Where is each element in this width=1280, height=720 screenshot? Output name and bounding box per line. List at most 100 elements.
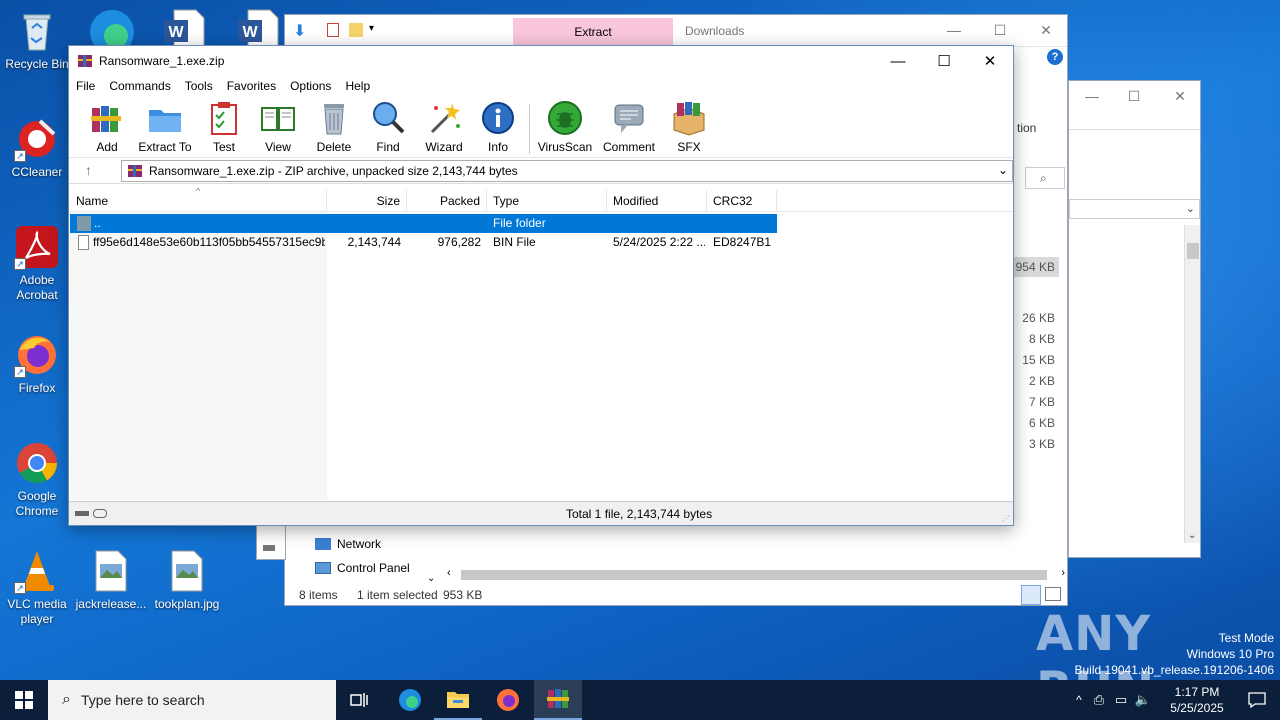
scroll-down-icon[interactable]: ⌄ bbox=[1188, 530, 1196, 541]
adobe-acrobat-icon: ↗ bbox=[14, 224, 60, 270]
menu-commands[interactable]: Commands bbox=[109, 79, 170, 93]
scroll-right-icon[interactable]: › bbox=[1061, 567, 1065, 579]
download-arrow-icon[interactable]: ⬇ bbox=[293, 21, 306, 41]
scrollbar-thumb[interactable] bbox=[461, 570, 1047, 580]
column-header-modified[interactable]: Modified bbox=[607, 190, 707, 212]
control-panel-icon bbox=[315, 562, 331, 574]
nav-item-control-panel[interactable]: Control Panel bbox=[315, 561, 410, 575]
explorer-titlebar[interactable]: ⬇ ▾ Extract Downloads — ☐ ✕ bbox=[285, 15, 1067, 47]
help-icon[interactable]: ? bbox=[1047, 49, 1063, 65]
address-bar[interactable]: ⌄ bbox=[1069, 199, 1200, 219]
column-header-packed[interactable]: Packed bbox=[407, 190, 487, 212]
cell-type: BIN File bbox=[493, 235, 536, 249]
minimize-icon[interactable]: — bbox=[1069, 81, 1115, 111]
comment-label: Comment bbox=[602, 140, 655, 154]
close-icon[interactable]: ✕ bbox=[1157, 81, 1203, 111]
scrollbar-thumb[interactable] bbox=[1187, 243, 1199, 259]
column-header-size[interactable]: Size bbox=[327, 190, 407, 212]
table-row[interactable]: .. File folder bbox=[70, 214, 777, 233]
address-bar[interactable]: Ransomware_1.exe.zip - ZIP archive, unpa… bbox=[121, 160, 1013, 182]
test-button[interactable]: Test bbox=[195, 100, 253, 154]
desktop-icon-word-2[interactable]: W bbox=[234, 8, 280, 47]
properties-icon[interactable] bbox=[327, 23, 339, 37]
extract-to-button[interactable]: Extract To bbox=[136, 100, 194, 154]
svg-text:W: W bbox=[242, 24, 258, 41]
info-button[interactable]: Info bbox=[469, 100, 527, 154]
minimize-icon[interactable]: — bbox=[875, 46, 921, 76]
desktop-icon-tookplan[interactable]: tookplan.jpg bbox=[150, 548, 224, 612]
maximize-icon[interactable]: ☐ bbox=[977, 15, 1023, 45]
minimize-icon[interactable]: — bbox=[931, 15, 977, 45]
sfx-box-icon bbox=[671, 100, 707, 136]
menu-file[interactable]: File bbox=[76, 79, 95, 93]
folder-icon[interactable] bbox=[349, 23, 363, 37]
menu-favorites[interactable]: Favorites bbox=[227, 79, 276, 93]
close-icon[interactable]: ✕ bbox=[967, 46, 1013, 76]
taskbar-edge[interactable] bbox=[386, 680, 434, 720]
taskbar-search-box[interactable]: ⌕ Type here to search bbox=[48, 680, 336, 720]
comment-button[interactable]: Comment bbox=[600, 100, 658, 154]
network-icon[interactable]: ▭ bbox=[1110, 692, 1132, 708]
close-icon[interactable]: ✕ bbox=[1023, 15, 1069, 45]
menu-help[interactable]: Help bbox=[345, 79, 370, 93]
device-icon[interactable]: ⎙ bbox=[1088, 692, 1110, 708]
taskbar-firefox[interactable] bbox=[484, 680, 532, 720]
menu-bar: File Commands Tools Favorites Options He… bbox=[69, 76, 1013, 96]
taskbar-file-explorer[interactable] bbox=[434, 680, 482, 720]
table-row[interactable]: ff95e6d148e53e60b113f05bb54557315ec9b...… bbox=[70, 233, 777, 252]
view-button[interactable]: View bbox=[249, 100, 307, 154]
start-button[interactable] bbox=[0, 680, 48, 720]
winrar-app-icon bbox=[78, 55, 92, 67]
volume-icon[interactable]: 🔈 bbox=[1132, 692, 1154, 708]
column-header-type[interactable]: Type bbox=[487, 190, 607, 212]
wizard-button[interactable]: Wizard bbox=[415, 100, 473, 154]
add-button[interactable]: Add bbox=[78, 100, 136, 154]
winrar-archive-icon bbox=[128, 165, 142, 177]
sfx-button[interactable]: SFX bbox=[660, 100, 718, 154]
large-icons-view-icon[interactable] bbox=[1045, 587, 1061, 601]
show-hidden-icons-chevron-icon[interactable]: ^ bbox=[1070, 693, 1088, 707]
nav-item-network[interactable]: Network bbox=[315, 537, 381, 551]
svg-text:W: W bbox=[168, 24, 184, 41]
taskbar-winrar[interactable] bbox=[534, 680, 582, 720]
scrollbar[interactable]: ⌄ bbox=[1184, 225, 1200, 543]
maximize-icon[interactable]: ☐ bbox=[921, 46, 967, 76]
desktop-icon-firefox[interactable]: ↗ Firefox bbox=[0, 332, 74, 396]
cell-name: ff95e6d148e53e60b113f05bb54557315ec9b... bbox=[93, 235, 325, 249]
task-view-button[interactable] bbox=[336, 680, 384, 720]
quick-access-dropdown-icon[interactable]: ▾ bbox=[369, 23, 374, 34]
ribbon-tab-extract[interactable]: Extract bbox=[513, 18, 673, 47]
menu-options[interactable]: Options bbox=[290, 79, 331, 93]
desktop-icon-adobe-acrobat[interactable]: ↗ Adobe Acrobat bbox=[0, 224, 74, 303]
details-view-icon[interactable] bbox=[1021, 585, 1041, 605]
scroll-left-icon[interactable]: ‹ bbox=[447, 567, 451, 579]
desktop-icon-word-1[interactable]: W bbox=[160, 8, 206, 47]
chevron-down-icon[interactable]: ⌄ bbox=[998, 163, 1008, 177]
desktop-icon-recycle-bin[interactable]: Recycle Bin bbox=[0, 8, 74, 72]
virusscan-button[interactable]: VirusScan bbox=[536, 100, 594, 154]
column-header-crc32[interactable]: CRC32 bbox=[707, 190, 777, 212]
taskbar: ⌕ Type here to search ^ ⎙ ▭ 🔈 1:17 PM 5/… bbox=[0, 680, 1280, 720]
desktop-icon-edge[interactable] bbox=[86, 6, 138, 54]
explorer-window-back[interactable]: — ☐ ✕ ⌄ ⌄ bbox=[1068, 80, 1201, 558]
search-box[interactable]: ⌕ bbox=[1025, 167, 1065, 189]
nav-scrollbar[interactable]: ⌄ bbox=[425, 528, 441, 586]
scroll-down-icon[interactable]: ⌄ bbox=[427, 573, 435, 584]
cell-crc32: ED8247B1 bbox=[713, 235, 772, 249]
winrar-titlebar[interactable]: Ransomware_1.exe.zip — ☐ ✕ bbox=[69, 46, 1013, 76]
up-arrow-icon[interactable]: ↑ bbox=[85, 162, 92, 178]
desktop-icon-jackrelease[interactable]: jackrelease... bbox=[74, 548, 148, 612]
desktop-icon-vlc[interactable]: ↗ VLC media player bbox=[0, 548, 74, 627]
maximize-icon[interactable]: ☐ bbox=[1111, 81, 1157, 111]
desktop-icon-ccleaner[interactable]: ↗ CCleaner bbox=[0, 116, 74, 180]
notification-button[interactable] bbox=[1234, 680, 1280, 720]
menu-tools[interactable]: Tools bbox=[185, 79, 213, 93]
find-button[interactable]: Find bbox=[359, 100, 417, 154]
desktop-icon-google-chrome[interactable]: Google Chrome bbox=[0, 440, 74, 519]
horizontal-scrollbar[interactable]: ‹ › bbox=[445, 567, 1067, 583]
winrar-window[interactable]: Ransomware_1.exe.zip — ☐ ✕ File Commands… bbox=[68, 45, 1014, 526]
delete-button[interactable]: Delete bbox=[305, 100, 363, 154]
chevron-down-icon[interactable]: ⌄ bbox=[1186, 202, 1195, 215]
clock[interactable]: 1:17 PM 5/25/2025 bbox=[1162, 680, 1232, 720]
resize-grip-icon[interactable]: ⋰ bbox=[1002, 514, 1010, 523]
